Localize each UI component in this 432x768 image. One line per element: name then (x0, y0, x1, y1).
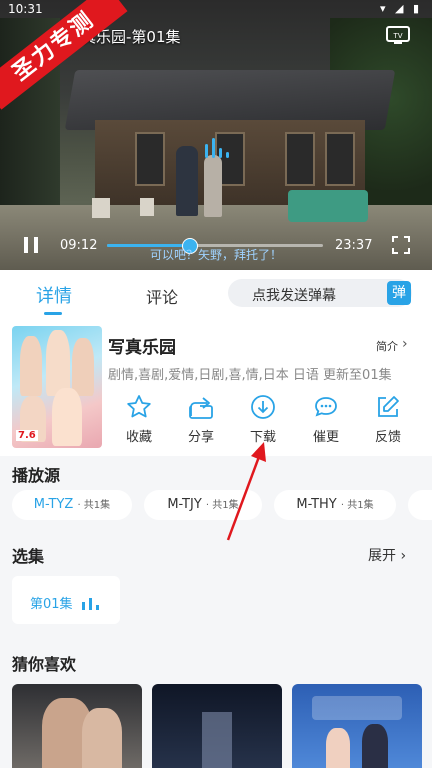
video-scene-stool (92, 198, 110, 218)
source-count: · 共1集 (77, 500, 111, 511)
intro-link[interactable]: 简介 (376, 338, 398, 354)
tab-comment[interactable]: 评论 (146, 284, 178, 308)
share-button[interactable]: 分享 (177, 394, 225, 445)
annotation-arrow-icon (226, 442, 266, 541)
episodes-title: 选集 (12, 547, 45, 566)
share-icon (189, 397, 213, 419)
audio-wave-icon (205, 138, 229, 158)
recommend-poster[interactable] (292, 684, 422, 768)
video-scene-person (176, 146, 198, 216)
recommend-poster[interactable] (152, 684, 282, 768)
video-scene-stool (140, 198, 154, 216)
star-icon (127, 395, 151, 418)
source-name: M-TYZ (33, 497, 74, 512)
tab-indicator (44, 312, 62, 315)
danmu-placeholder: 点我发送弹幕 (252, 288, 336, 304)
episode-label: 第01集 (30, 597, 73, 612)
video-scene-bench (288, 190, 368, 222)
poster-tag: 7.6 (16, 430, 38, 441)
edit-icon (378, 396, 399, 417)
source-item-partial[interactable] (408, 490, 432, 520)
video-subtitle: 可以吧？矢野，拜托了！ (150, 248, 283, 262)
playing-bars-icon (82, 598, 99, 610)
cast-tv-icon[interactable]: TV (386, 26, 410, 44)
source-count: · 共1集 (340, 500, 374, 511)
svg-text:TV: TV (392, 32, 402, 40)
danmu-send-button[interactable]: 弹 (387, 281, 411, 305)
download-button[interactable]: 下载 (239, 394, 287, 445)
download-icon (251, 395, 275, 419)
recommend-title: 猜你喜欢 (12, 655, 77, 674)
status-icons: ▾ ◢ ▮ (379, 2, 422, 15)
favorite-label: 收藏 (125, 430, 152, 445)
source-name: M-THY (296, 497, 337, 512)
source-item[interactable]: M-TYZ · 共1集 (12, 490, 132, 520)
video-scene-person (204, 155, 222, 217)
chevron-right-icon[interactable]: › (402, 336, 408, 352)
chat-icon (315, 397, 337, 417)
status-time: 10:31 (8, 2, 43, 16)
total-time: 23:37 (335, 238, 373, 253)
expand-label: 展开 (368, 548, 396, 564)
favorite-button[interactable]: 收藏 (115, 394, 163, 445)
source-name: M-TJY (167, 497, 202, 512)
share-label: 分享 (187, 430, 214, 445)
expand-button[interactable]: 展开 › (368, 545, 406, 565)
feedback-button[interactable]: 反馈 (364, 394, 412, 445)
show-meta: 剧情,喜剧,爱情,日剧,喜,情,日本 日语 更新至01集 (108, 368, 392, 383)
show-title: 写真乐园 (108, 338, 176, 358)
urge-update-label: 催更 (312, 430, 339, 445)
feedback-label: 反馈 (374, 430, 401, 445)
recommend-poster[interactable] (12, 684, 142, 768)
poster-image[interactable]: 7.6 (12, 326, 102, 448)
source-item[interactable]: M-THY · 共1集 (274, 490, 396, 520)
urge-update-button[interactable]: 催更 (302, 394, 350, 445)
current-time: 09:12 (60, 238, 98, 253)
sources-title: 播放源 (12, 466, 61, 485)
pause-icon[interactable] (22, 236, 40, 254)
fullscreen-icon[interactable] (392, 236, 410, 254)
tab-detail[interactable]: 详情 (36, 282, 72, 308)
chevron-right-icon: › (400, 548, 407, 564)
